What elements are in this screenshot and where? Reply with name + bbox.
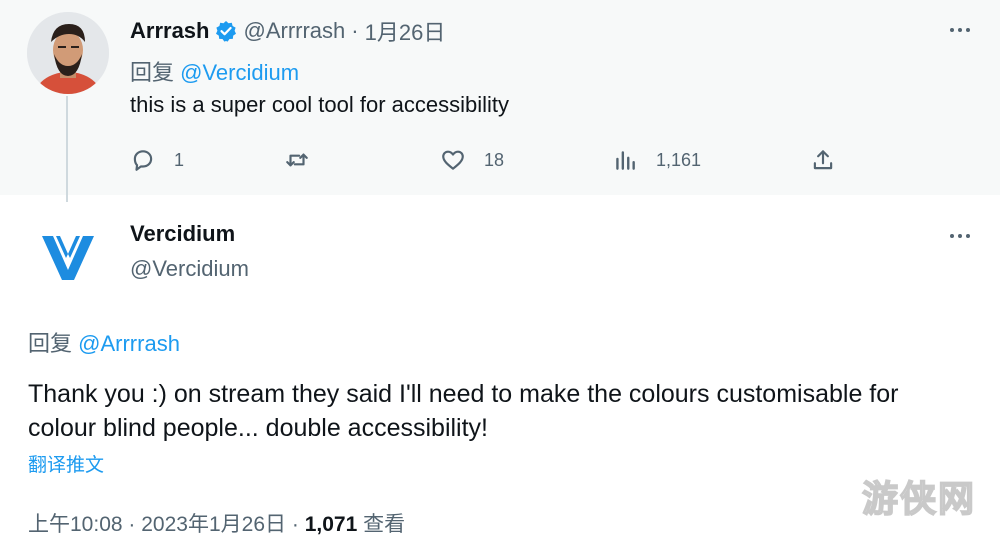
verified-badge-icon <box>215 20 237 42</box>
vercidium-logo-icon[interactable] <box>38 230 98 284</box>
avatar[interactable] <box>27 12 109 94</box>
like-button[interactable]: 18 <box>440 144 504 176</box>
tweet-header: Arrrash @Arrrrash · 1月26日 <box>130 15 445 47</box>
main-tweet <box>0 195 1000 546</box>
views-button[interactable]: 1,161 <box>612 144 701 176</box>
views-count: 1,071 <box>304 513 358 536</box>
thread-line <box>66 96 68 202</box>
tweet-text: Thank you :) on stream they said I'll ne… <box>28 380 899 442</box>
reply-to-prefix: 回复 <box>28 331 73 356</box>
more-dots-icon[interactable] <box>943 20 977 40</box>
views-count: 1,161 <box>656 149 702 170</box>
reply-tweet[interactable]: Arrrash @Arrrrash · 1月26日 回复 @Vercidium … <box>0 0 1000 195</box>
speech-bubble-icon <box>133 150 153 171</box>
tweet-text: this is a super cool tool for accessibil… <box>130 92 510 117</box>
display-name[interactable]: Vercidium <box>130 221 235 247</box>
views-label: 查看 <box>363 513 406 536</box>
reply-count: 1 <box>174 149 185 170</box>
tweet-time[interactable]: 上午10:08 <box>28 513 123 536</box>
display-name[interactable]: Arrrash <box>130 18 209 44</box>
tweet-date[interactable]: 2023年1月26日 <box>141 513 286 536</box>
separator-dot: · <box>351 18 359 43</box>
translate-tweet-link[interactable]: 翻译推文 <box>28 450 104 477</box>
retweet-button[interactable] <box>284 144 328 176</box>
retweet-arrows-icon <box>286 153 308 167</box>
bar-chart-icon <box>616 151 635 170</box>
separator-dot: · <box>128 513 136 536</box>
like-count: 18 <box>484 149 505 170</box>
handle[interactable]: @Vercidium <box>130 256 249 282</box>
reply-to-line: 回复 @Arrrrash <box>28 326 180 358</box>
share-button[interactable] <box>810 144 836 176</box>
reply-to-line: 回复 @Vercidium <box>130 55 299 87</box>
reply-button[interactable]: 1 <box>130 144 184 176</box>
action-bar: 1 18 1,161 <box>130 144 850 176</box>
watermark: 游侠网 <box>861 478 977 521</box>
heart-icon <box>442 150 464 170</box>
more-dots-icon[interactable] <box>943 226 977 246</box>
tweet-meta: 上午10:08 · 2023年1月26日 · 1,071 查看 <box>28 508 405 538</box>
tweet-date[interactable]: 1月26日 <box>365 15 446 47</box>
share-upload-icon <box>813 150 833 170</box>
separator-dot: · <box>291 513 299 536</box>
mention-link[interactable]: @Vercidium <box>180 60 299 85</box>
handle[interactable]: @Arrrrash <box>243 18 345 44</box>
mention-link[interactable]: @Arrrrash <box>78 331 180 356</box>
reply-to-prefix: 回复 <box>130 60 175 85</box>
